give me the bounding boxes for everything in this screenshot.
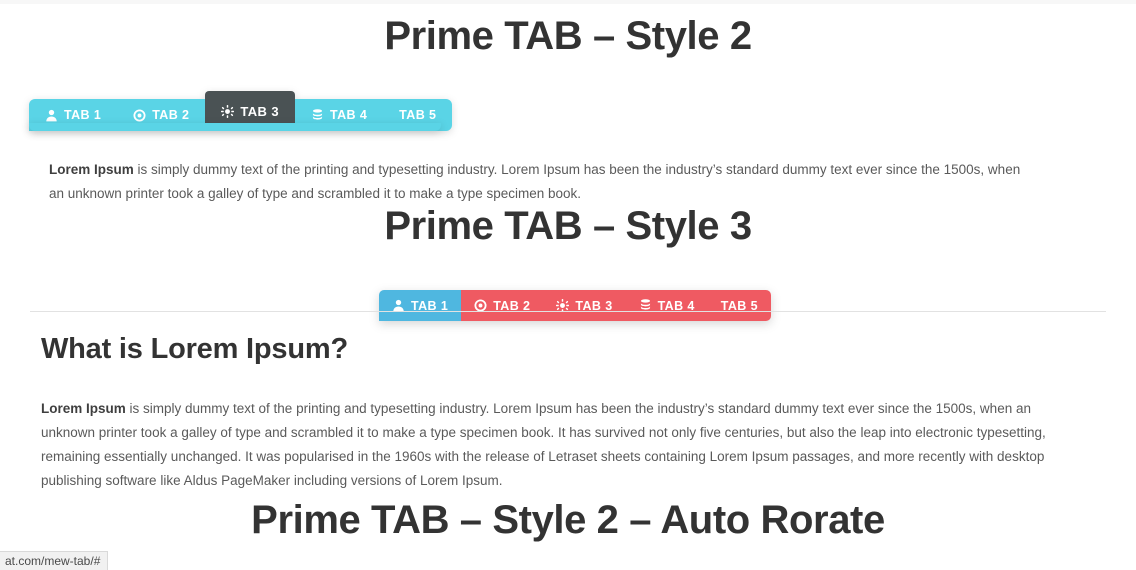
tab-label: TAB 1 (64, 108, 102, 122)
page-root: Prime TAB – Style 2 TAB 1 TAB 2 TAB 3 TAB 4… (0, 0, 1136, 570)
page-title-auto-rotate: Prime TAB – Style 2 – Auto Rorate (251, 498, 885, 542)
page-title-style3: Prime TAB – Style 3 (384, 204, 752, 248)
asterisk-icon (221, 104, 235, 118)
database-icon (311, 108, 324, 122)
tab-style3-3[interactable]: TAB 3 (543, 290, 626, 321)
tab-label: TAB 3 (240, 103, 279, 119)
tab-label: TAB 4 (329, 108, 368, 122)
body-text: is simply dummy text of the printing and… (41, 400, 1046, 488)
body-text: is simply dummy text of the printing and… (49, 161, 1021, 201)
lead-text: Lorem Ipsum (41, 400, 126, 416)
user-icon (45, 109, 58, 122)
tab-style3-5[interactable]: TAB 5 (707, 290, 771, 321)
tab-style3-1[interactable]: TAB 1 (379, 290, 462, 321)
lead-text: Lorem Ipsum (49, 161, 134, 177)
tab-style3-4[interactable]: TAB 4 (625, 290, 708, 321)
tabbar-style-3: TAB 1 TAB 2 TAB 3 TAB 4 TAB 5 (379, 281, 771, 321)
tab-panel-style-3-text: Lorem Ipsum is simply dummy text of the … (41, 397, 1086, 493)
target-icon (133, 108, 146, 122)
content-heading: What is Lorem Ipsum? (41, 333, 348, 365)
tab-style3-2[interactable]: TAB 2 (461, 290, 544, 321)
page-title-style2: Prime TAB – Style 2 (384, 14, 752, 58)
top-strip (0, 0, 1136, 4)
tabbar-style-2-underline (29, 123, 441, 131)
tab-label: TAB 2 (152, 108, 190, 122)
tab-panel-style-2-text: Lorem Ipsum is simply dummy text of the … (49, 158, 1034, 206)
status-bar-url: at.com/mew-tab/# (5, 554, 101, 568)
tab-label: TAB 5 (399, 108, 437, 122)
section-divider (30, 311, 1106, 312)
browser-status-bar: at.com/mew-tab/# (0, 551, 109, 570)
